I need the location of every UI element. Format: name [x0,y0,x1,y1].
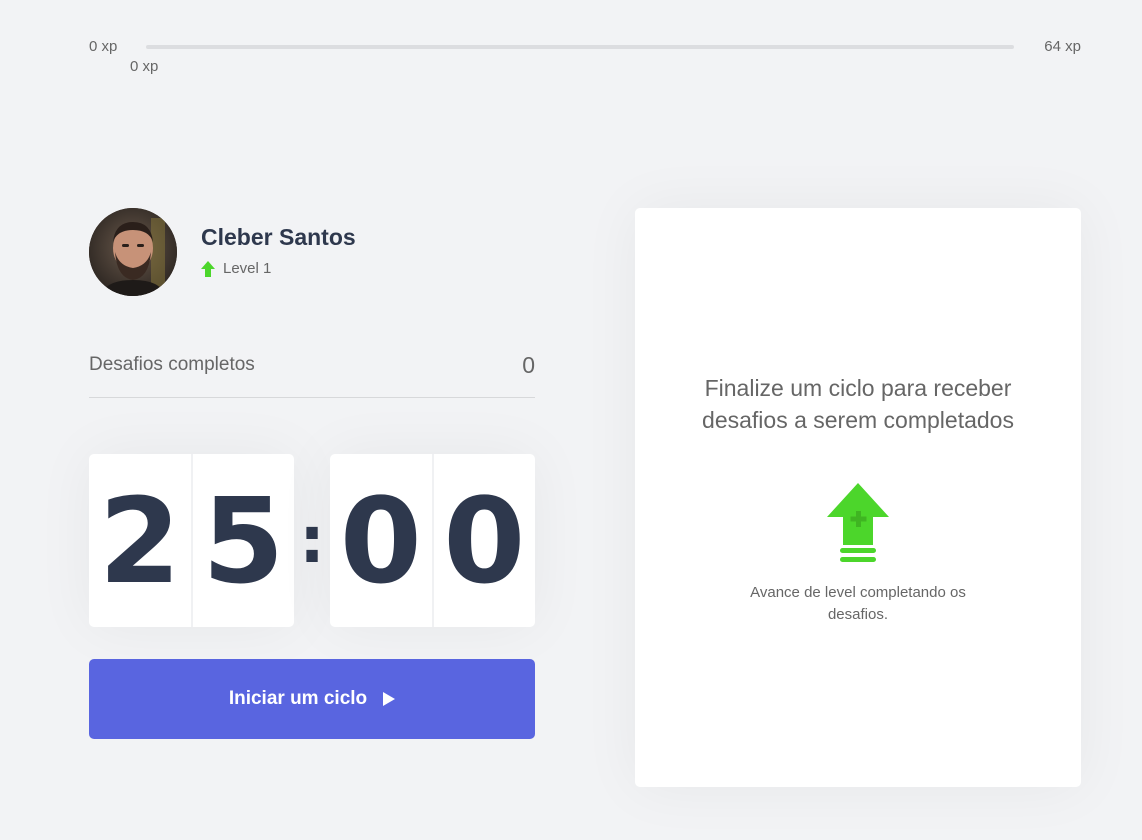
countdown: 2 5 : 0 0 [89,454,535,627]
challenge-box: Finalize um ciclo para receber desafios … [635,208,1081,787]
xp-min-label: 0 xp [89,38,118,55]
start-cycle-label: Iniciar um ciclo [228,688,368,709]
challenge-box-hint: Avance de level completando os desafios. [750,584,966,623]
app-page: 0 xp 0 xp 64 xp Cleber Santos Level 1 De… [0,0,1142,840]
seconds-display: 0 0 [330,454,535,627]
avatar [89,208,177,296]
play-icon [383,692,396,706]
completed-challenges-label: Desafios completos [89,354,255,375]
time-separator: : [299,503,325,578]
level-label: Level 1 [223,260,272,277]
profile: Cleber Santos Level 1 [89,208,535,296]
xp-current-label: 0 xp [130,58,159,75]
challenge-box-title: Finalize um ciclo para receber desafios … [702,375,1014,433]
minute-tens-digit: 2 [89,454,192,627]
minute-ones-digit: 5 [191,454,295,627]
start-cycle-button[interactable]: Iniciar um ciclo [89,659,535,739]
profile-level: Level 1 [201,260,271,277]
level-up-arrow-icon [201,260,215,277]
level-up-icon [827,483,889,565]
minutes-display: 2 5 [89,454,294,627]
xp-progress-track [146,45,1014,49]
xp-max-label: 64 xp [1044,38,1081,55]
second-ones-digit: 0 [432,454,536,627]
completed-challenges: Desafios completos 0 [89,350,535,398]
completed-challenges-count: 0 [522,352,535,378]
profile-name: Cleber Santos [201,224,356,250]
second-tens-digit: 0 [330,454,433,627]
experience-bar: 0 xp 0 xp 64 xp [0,0,1142,90]
